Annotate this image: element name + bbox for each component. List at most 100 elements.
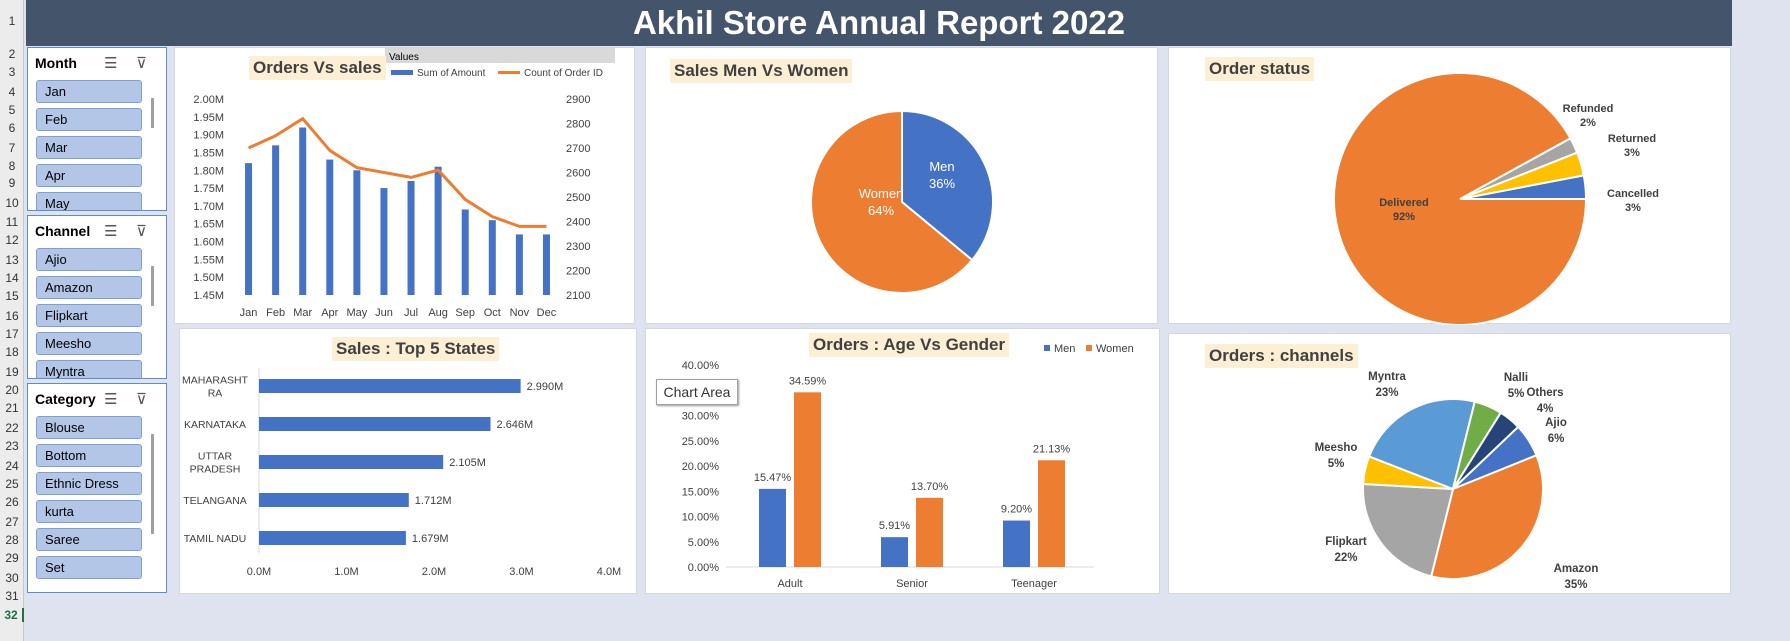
slicer-item-amazon[interactable]: Amazon: [36, 276, 142, 299]
bar-sum-of-amount: [488, 220, 496, 295]
row-number[interactable]: 24: [0, 459, 24, 473]
legend-label-men: Men: [1054, 343, 1075, 355]
pie-label-value: 35%: [1564, 579, 1587, 591]
row-number[interactable]: 4: [0, 85, 24, 99]
row-number[interactable]: 10: [0, 196, 24, 210]
bar-value-label: 13.70%: [911, 481, 949, 493]
row-number[interactable]: 22: [0, 421, 24, 435]
chart-area-tooltip: Chart Area: [656, 379, 738, 405]
row-number[interactable]: 12: [0, 233, 24, 247]
row-number[interactable]: 1: [0, 14, 24, 28]
clear-filter-icon[interactable]: ⊽: [136, 390, 147, 408]
bar-value-label: 34.59%: [789, 375, 827, 387]
row-number[interactable]: 29: [0, 551, 24, 565]
multi-select-icon[interactable]: ☰: [104, 222, 117, 240]
chart-sales-men-vs-women[interactable]: Men 36% Women 64% Sales Men Vs Women: [645, 47, 1158, 324]
row-number[interactable]: 16: [0, 309, 24, 323]
row-number[interactable]: 11: [0, 215, 24, 229]
chart-top-5-states[interactable]: 2.990M MAHARASHT RA 2.646M KARNATAKA 2.105M UT…: [179, 328, 637, 594]
slicer-title: Category: [35, 391, 96, 407]
pie-label-value: 3%: [1624, 147, 1640, 159]
slicer-item-kurta[interactable]: kurta: [36, 500, 142, 523]
x-tick: Nov: [510, 307, 530, 319]
slicer-item-bottom[interactable]: Bottom: [36, 444, 142, 467]
slicer-item-saree[interactable]: Saree: [36, 528, 142, 551]
row-number[interactable]: 26: [0, 495, 24, 509]
row-number[interactable]: 7: [0, 141, 24, 155]
y-left-tick: 1.60M: [193, 237, 224, 249]
slicer-scrollbar[interactable]: [151, 98, 154, 128]
row-number[interactable]: 13: [0, 253, 24, 267]
slicer-item-flipkart[interactable]: Flipkart: [36, 304, 142, 327]
slicer-item-apr[interactable]: Apr: [36, 164, 142, 187]
row-number[interactable]: 28: [0, 533, 24, 547]
slicer-item-jan[interactable]: Jan: [36, 80, 142, 103]
row-number[interactable]: 14: [0, 271, 24, 285]
bar-value-label: 2.646M: [497, 419, 534, 431]
row-number[interactable]: 25: [0, 477, 24, 491]
chart-orders-channels[interactable]: Ajio 6% Amazon 35% Flipkart 22% Meesho 5% Myntra…: [1168, 333, 1731, 594]
row-number[interactable]: 21: [0, 401, 24, 415]
y-tick: RA: [208, 388, 223, 400]
slicer-item-meesho[interactable]: Meesho: [36, 332, 142, 355]
clear-filter-icon[interactable]: ⊽: [136, 222, 147, 240]
y-left-tick: 1.90M: [193, 130, 224, 142]
y-left-tick: 1.70M: [193, 201, 224, 213]
bar-value-label: 2.105M: [449, 457, 486, 469]
slicer-month[interactable]: Month ☰ ⊽ Jan Feb Mar Apr May: [27, 47, 167, 211]
x-tick: May: [346, 307, 367, 319]
bar-sum-of-amount: [272, 145, 280, 295]
slicer-item-set[interactable]: Set: [36, 556, 142, 579]
row-number[interactable]: 31: [0, 589, 24, 603]
row-number[interactable]: 5: [0, 103, 24, 117]
y-tick: 20.00%: [682, 461, 720, 473]
row-header[interactable]: 1 2 3 4 5 6 7 8 9 10 11 12 13 14 15 16 17 18 19 20 21 22 23 24 2…: [0, 0, 24, 641]
pie-label-name: Cancelled: [1607, 188, 1659, 200]
y-right-tick: 2400: [566, 217, 590, 229]
slicer-scrollbar[interactable]: [151, 434, 154, 534]
row-number[interactable]: 6: [0, 121, 24, 135]
slicer-channel[interactable]: Channel ☰ ⊽ Ajio Amazon Flipkart Meesho …: [27, 215, 167, 379]
row-number[interactable]: 27: [0, 515, 24, 529]
clear-filter-icon[interactable]: ⊽: [136, 54, 147, 72]
row-number[interactable]: 2: [0, 47, 24, 61]
chart-order-status[interactable]: Delivered 92% Refunded 2% Returned 3% Cancelle…: [1168, 47, 1731, 326]
slicer-scrollbar[interactable]: [151, 266, 154, 306]
row-number[interactable]: 19: [0, 365, 24, 379]
x-tick: Aug: [428, 307, 448, 319]
row-number[interactable]: 9: [0, 176, 24, 190]
chart-orders-vs-sales[interactable]: Values Sum of Amount Count of Order ID 2.00…: [174, 47, 635, 324]
row-number[interactable]: 17: [0, 327, 24, 341]
row-number[interactable]: 3: [0, 65, 24, 79]
row-number[interactable]: 8: [0, 159, 24, 173]
multi-select-icon[interactable]: ☰: [104, 54, 117, 72]
y-tick: KARNATAKA: [184, 419, 246, 431]
slicer-item-blouse[interactable]: Blouse: [36, 416, 142, 439]
slicer-item-feb[interactable]: Feb: [36, 108, 142, 131]
slicer-item-myntra[interactable]: Myntra: [36, 360, 142, 378]
slicer-item-mar[interactable]: Mar: [36, 136, 142, 159]
pie-chart: Delivered 92% Refunded 2% Returned 3% Cancelle…: [1333, 72, 1659, 326]
legend-label-orders: Count of Order ID: [524, 68, 603, 79]
x-tick: Jan: [240, 307, 258, 319]
row-number[interactable]: 18: [0, 345, 24, 359]
pie-label-value: 5%: [1328, 458, 1345, 470]
report-title: Akhil Store Annual Report 2022: [26, 0, 1732, 46]
slicer-item-may[interactable]: May: [36, 192, 142, 210]
row-number[interactable]: 20: [0, 383, 24, 397]
multi-select-icon[interactable]: ☰: [104, 390, 117, 408]
slicer-category[interactable]: Category ☰ ⊽ Blouse Bottom Ethnic Dress …: [27, 383, 167, 593]
x-tick: 1.0M: [334, 566, 358, 578]
y-left-tick: 1.65M: [193, 219, 224, 231]
bar-sum-of-amount: [245, 163, 253, 295]
slicer-item-ethnic-dress[interactable]: Ethnic Dress: [36, 472, 142, 495]
row-number[interactable]: 32: [0, 608, 24, 622]
chart-age-vs-gender[interactable]: 40.00%35.00%30.00%25.00%20.00%15.00%10.0…: [645, 328, 1160, 594]
y-tick: 10.00%: [682, 512, 720, 524]
row-number[interactable]: 23: [0, 439, 24, 453]
slicer-item-ajio[interactable]: Ajio: [36, 248, 142, 271]
row-number[interactable]: 30: [0, 571, 24, 585]
row-number[interactable]: 15: [0, 289, 24, 303]
bar-value-label: 15.47%: [754, 472, 792, 484]
y-tick: UTTAR: [198, 451, 233, 463]
